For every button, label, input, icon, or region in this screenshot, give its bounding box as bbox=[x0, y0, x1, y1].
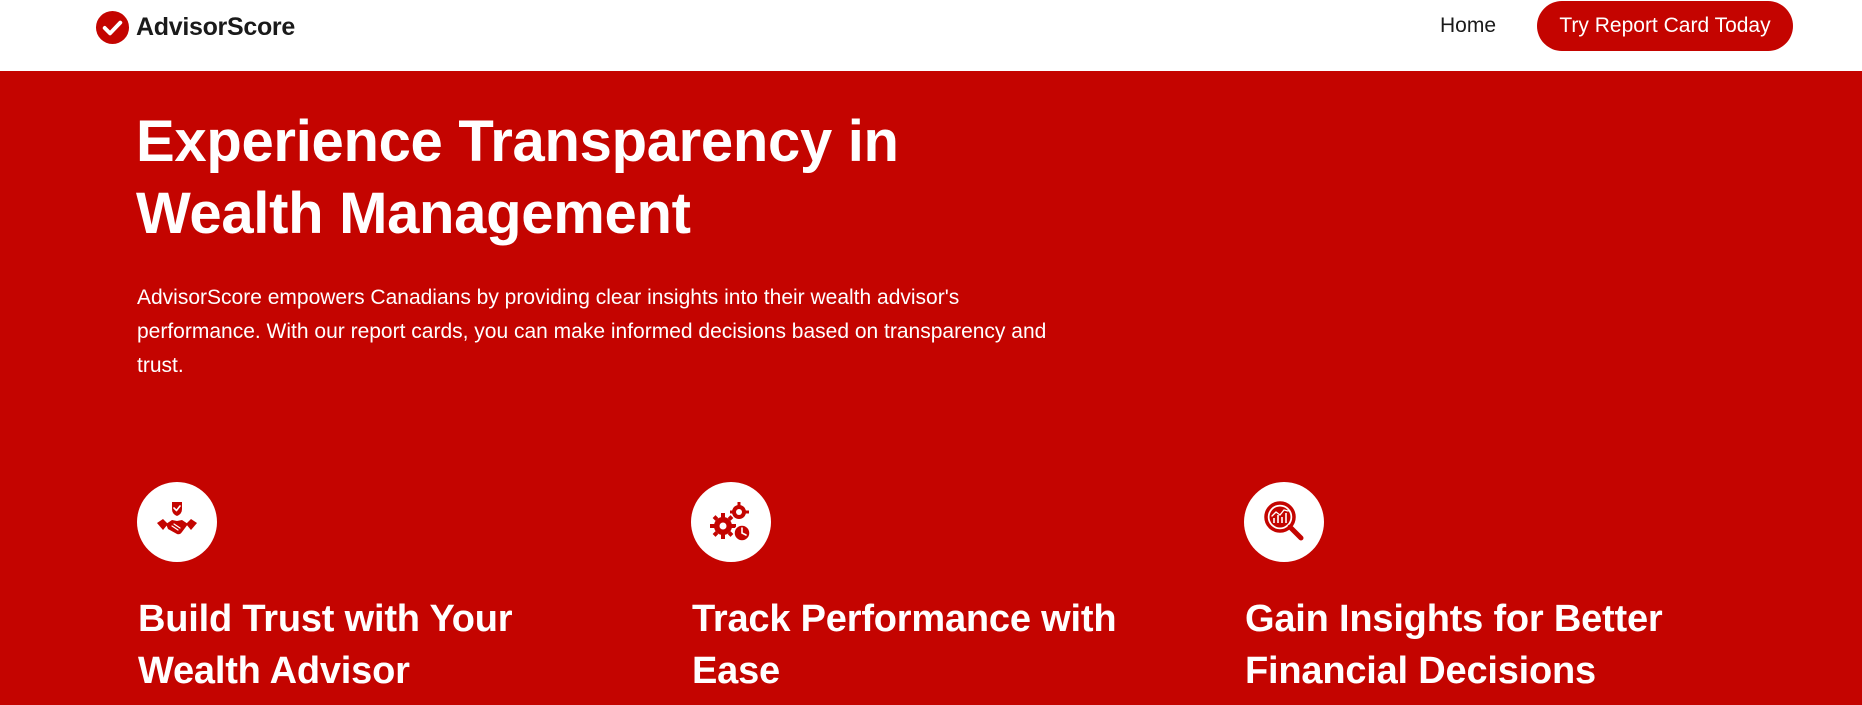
logo-link[interactable]: AdvisorScore bbox=[95, 9, 295, 45]
hero-title: Experience Transparency in Wealth Manage… bbox=[136, 109, 899, 246]
try-report-card-button[interactable]: Try Report Card Today bbox=[1537, 1, 1793, 51]
gears-clock-icon bbox=[710, 502, 751, 542]
nav-home-link[interactable]: Home bbox=[1440, 12, 1496, 40]
feature-icon-circle bbox=[1244, 482, 1324, 562]
feature-card-trust: Build Trust with Your Wealth Advisor bbox=[137, 482, 617, 692]
check-circle-icon bbox=[95, 10, 130, 44]
feature-icon-circle bbox=[137, 482, 217, 562]
feature-card-performance: Track Performance with Ease bbox=[691, 482, 1171, 692]
logo-text: AdvisorScore bbox=[136, 12, 295, 41]
feature-card-insights: Gain Insights for Better Financial Decis… bbox=[1244, 482, 1724, 692]
feature-title: Track Performance with Ease bbox=[692, 598, 1117, 692]
feature-title: Build Trust with Your Wealth Advisor bbox=[138, 598, 513, 692]
feature-icon-circle bbox=[691, 482, 771, 562]
handshake-shield-icon bbox=[157, 502, 197, 535]
site-header: AdvisorScore Home Try Report Card Today bbox=[0, 0, 1862, 71]
hero-description: AdvisorScore empowers Canadians by provi… bbox=[137, 286, 1047, 377]
feature-title: Gain Insights for Better Financial Decis… bbox=[1245, 598, 1663, 692]
magnifier-chart-icon bbox=[1264, 501, 1304, 541]
